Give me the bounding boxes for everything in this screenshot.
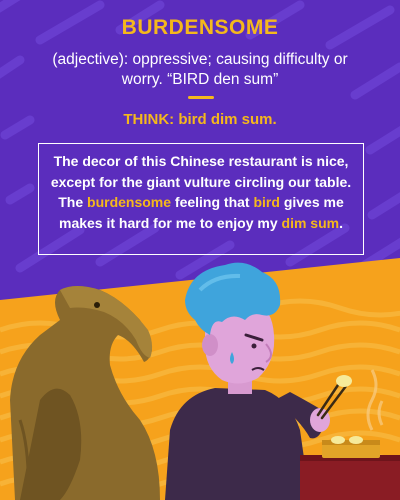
illustration: [10, 262, 400, 500]
vulture-illustration: [10, 286, 160, 500]
vocab-card: BURDENSOME (adjective): oppressive; caus…: [0, 0, 400, 500]
